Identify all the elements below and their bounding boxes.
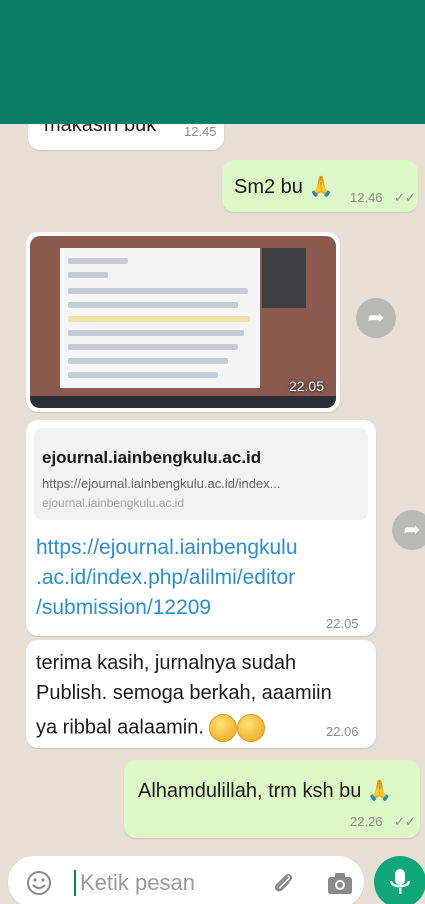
status-notification-icons: ▣ ⋯ ▢ • xyxy=(100,14,170,28)
voice-call-icon[interactable] xyxy=(344,66,374,96)
message-text-line: ya ribbal aalaamin. xyxy=(36,714,266,742)
pray-emoji-icon: 🙏 xyxy=(308,176,334,198)
text-cursor xyxy=(74,870,76,896)
message-incoming[interactable]: terima kasih, jurnalnya sudah Publish. s… xyxy=(26,640,376,748)
mic-button[interactable] xyxy=(374,856,425,904)
link-preview[interactable]: ejournal.iainbengkulu.ac.id https://ejou… xyxy=(34,428,368,520)
message-link-line[interactable]: /submission/12209 xyxy=(36,596,211,620)
message-outgoing[interactable]: Alhamdulillah, trm ksh bu 🙏 22.26 ✓✓ xyxy=(124,760,420,838)
forward-button[interactable]: ➦ xyxy=(392,510,425,550)
emoji-icon[interactable] xyxy=(26,870,52,896)
message-time: 22.06 xyxy=(326,724,359,739)
message-text: Alhamdulillah, trm ksh bu 🙏 xyxy=(138,780,392,802)
status-system-icons: ▮ ▣ ◔ ▥ ▥ ▮ xyxy=(319,13,413,27)
smiling-face-emoji-icon xyxy=(209,714,238,742)
screenshot-page xyxy=(60,248,260,388)
forward-icon: ➦ xyxy=(403,519,421,541)
message-time: 22.26 xyxy=(350,814,383,829)
preview-title: ejournal.iainbengkulu.ac.id xyxy=(42,448,262,467)
message-outgoing[interactable]: Sm2 bu 🙏 12.46 ✓✓ xyxy=(222,160,418,212)
message-link-line[interactable]: https://ejournal.iainbengkulu xyxy=(36,536,298,560)
image-message[interactable]: 22.05 xyxy=(26,232,340,412)
attach-icon[interactable] xyxy=(270,870,296,896)
preview-url: https://ejournal.iainbengkulu.ac.id/inde… xyxy=(42,476,281,491)
message-composer[interactable]: Ketik pesan xyxy=(8,856,364,904)
message-text-line: terima kasih, jurnalnya sudah xyxy=(36,652,297,674)
link-message[interactable]: ejournal.iainbengkulu.ac.id https://ejou… xyxy=(26,420,376,636)
more-options-icon[interactable] xyxy=(404,66,414,98)
status-time: 09.51 xyxy=(44,14,82,30)
message-incoming[interactable]: makasih buk 12.45 xyxy=(28,96,224,150)
message-input[interactable]: Ketik pesan xyxy=(80,870,195,896)
forward-icon: ➦ xyxy=(367,307,385,329)
pray-emoji-icon: 🙏 xyxy=(367,780,392,802)
image-thumbnail[interactable]: 22.05 xyxy=(30,236,336,408)
relieved-face-emoji-icon xyxy=(237,714,266,742)
message-text: makasih buk xyxy=(44,114,157,136)
read-ticks-icon: ✓✓ xyxy=(394,814,416,829)
video-call-icon[interactable] xyxy=(296,70,326,94)
status-bar: 09.51 ▣ ⋯ ▢ • ▮ ▣ ◔ ▥ ▥ ▮ xyxy=(0,0,425,40)
message-time: 22.05 xyxy=(326,616,359,631)
read-ticks-icon: ✓✓ xyxy=(394,190,416,205)
camera-icon[interactable] xyxy=(326,870,354,896)
forward-button[interactable]: ➦ xyxy=(356,298,396,338)
message-time: 22.05 xyxy=(288,378,324,394)
screenshot-taskbar xyxy=(30,396,336,408)
mic-icon xyxy=(389,869,411,894)
message-text-line: Publish. semoga berkah, aaamiin xyxy=(36,682,332,704)
message-time: 12.46 xyxy=(350,190,383,205)
contact-name[interactable]: Esti Alfiah E... xyxy=(108,68,256,96)
message-text: Sm2 bu 🙏 xyxy=(234,176,334,198)
message-link-line[interactable]: .ac.id/index.php/alilmi/editor xyxy=(36,566,295,590)
screenshot-sidebar xyxy=(262,248,306,308)
back-arrow-icon[interactable]: ← xyxy=(14,66,44,96)
message-time: 12.45 xyxy=(184,124,217,139)
preview-domain: ejournal.iainbengkulu.ac.id xyxy=(42,496,185,510)
